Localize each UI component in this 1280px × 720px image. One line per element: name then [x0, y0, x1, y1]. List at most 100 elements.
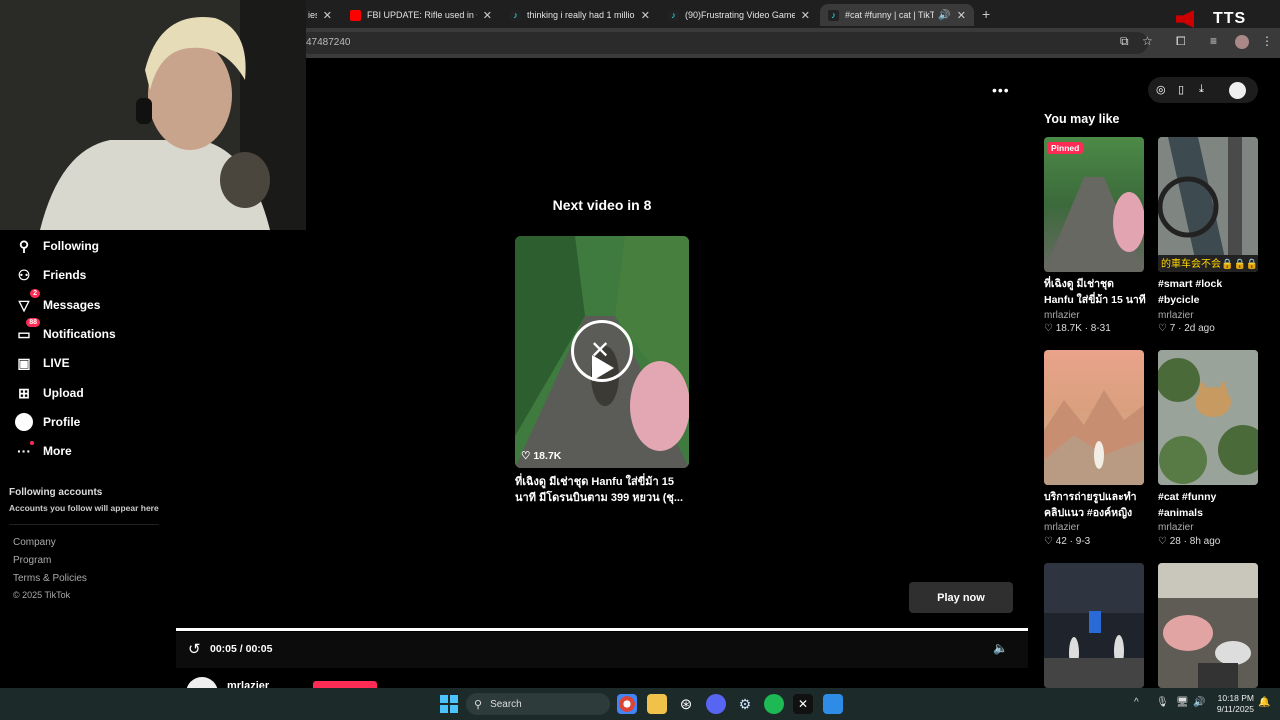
recommended-author[interactable]: mrlazier [1044, 522, 1080, 533]
browser-menu-icon[interactable]: ⋮ [1261, 34, 1273, 48]
follow-button[interactable] [313, 681, 377, 688]
heart-icon: ♡ [521, 450, 531, 462]
footer-link-terms[interactable]: Terms & Policies [13, 573, 87, 584]
windows-start-icon[interactable] [440, 695, 458, 713]
heart-icon: ♡ [1044, 536, 1053, 547]
next-video-title[interactable]: ที่เฉิงดู มีเช่าชุด Hanfu ใส่ขี่ม้า 15 น… [515, 474, 683, 506]
browser-tab[interactable]: ies ✕ [300, 4, 340, 26]
cat-in-tree-image [1158, 350, 1258, 485]
recommended-title[interactable]: #bycicle [1158, 292, 1262, 308]
notification-center-icon[interactable]: 🔔 [1258, 697, 1270, 708]
app-icon[interactable]: ⊛ [676, 694, 696, 714]
recommended-author[interactable]: mrlazier [1158, 310, 1194, 321]
streamer-webcam-image [0, 0, 306, 230]
copyright: © 2025 TikTok [13, 590, 71, 600]
browser-tab[interactable]: ♪ thinking i really had 1 million re ✕ [502, 4, 658, 26]
recommended-thumbnail[interactable] [1158, 563, 1258, 688]
recommended-thumbnail[interactable] [1044, 350, 1144, 485]
browser-tab-active[interactable]: ♪ #cat #funny | cat | TikTok 🔊 ✕ [820, 4, 974, 26]
replay-icon[interactable]: ↺ [188, 640, 201, 658]
recommended-author[interactable]: mrlazier [1044, 310, 1080, 321]
recommended-title[interactable]: #animals [1158, 505, 1262, 521]
url-text: 47487240 [306, 37, 351, 48]
play-icon[interactable] [592, 355, 614, 381]
volume-tray-icon[interactable]: 🔊 [1193, 697, 1205, 708]
microphone-icon[interactable]: 🎙 [1156, 697, 1169, 708]
taskbar-search-box[interactable]: ⚲ Search [466, 693, 610, 715]
street-night-image [1044, 563, 1144, 688]
recommended-title[interactable]: #cat #funny [1158, 489, 1262, 505]
recommended-thumbnail[interactable] [1158, 350, 1258, 485]
discord-icon[interactable] [706, 694, 726, 714]
footer-link-company[interactable]: Company [13, 537, 56, 548]
profile-avatar-icon[interactable] [1235, 35, 1249, 49]
divider [9, 524, 159, 525]
sidebar-item-upload[interactable]: ⊞ Upload [14, 382, 84, 404]
sidebar-item-notifications[interactable]: ▭ 88 Notifications [14, 318, 116, 345]
messages-badge: 2 [30, 289, 40, 298]
cast-icon[interactable]: ⧉ [1120, 34, 1129, 49]
volume-icon[interactable]: 🔈 [993, 641, 1008, 655]
speed-icon[interactable]: ◎ [1156, 83, 1166, 96]
following-accounts-title: Following accounts [9, 487, 103, 498]
notifications-icon: ▭ 88 [14, 318, 40, 344]
browser-tab[interactable]: FBI UPDATE: Rifle used in Charli ✕ [342, 4, 500, 26]
player-controls [176, 632, 1028, 668]
bicycle-lock-image: 的車车会不会🔒🔒🔒 [1158, 137, 1258, 272]
more-options-icon[interactable]: ••• [992, 82, 1010, 98]
tiktok-favicon-icon: ♪ [668, 9, 679, 21]
phone-icon[interactable]: ▯ [1178, 83, 1184, 96]
account-avatar[interactable] [1229, 82, 1246, 99]
recommended-thumbnail[interactable] [1044, 563, 1144, 688]
file-explorer-icon[interactable] [647, 694, 667, 714]
bookmark-star-icon[interactable]: ☆ [1142, 34, 1153, 48]
sidebar-item-more[interactable]: ··· More [14, 440, 72, 462]
recommended-thumbnail[interactable]: 的車车会不会🔒🔒🔒 [1158, 137, 1258, 272]
address-bar[interactable]: 47487240 [298, 32, 1148, 54]
recommended-stats: ♡ 42 · 9-3 [1044, 536, 1091, 547]
close-tab-icon[interactable]: ✕ [483, 9, 492, 22]
audio-playing-icon[interactable]: 🔊 [938, 10, 950, 21]
sidebar-item-profile[interactable]: Profile [14, 411, 80, 433]
footer-link-program[interactable]: Program [13, 555, 51, 566]
recommended-stats: ♡ 18.7K · 8-31 [1044, 323, 1111, 334]
author-name[interactable]: mrlazier [227, 680, 269, 688]
recommended-title[interactable]: #smart #lock [1158, 276, 1262, 292]
app-icon[interactable] [823, 694, 843, 714]
spotify-icon[interactable] [764, 694, 784, 714]
network-icon[interactable]: 🖥 [1176, 697, 1189, 708]
playback-time: 00:05 / 00:05 [210, 643, 273, 655]
recommended-title[interactable]: ที่เฉิงดู มีเช่าชุด Hanfu ใส่ขี่ม้า 15 น… [1044, 276, 1146, 308]
system-clock[interactable]: 10:18 PM 9/11/2025 [1208, 693, 1254, 715]
sidebar-item-following[interactable]: ⚲ Following [14, 235, 99, 257]
sidebar-item-messages[interactable]: ▽ 2 Messages [14, 289, 100, 316]
sidebar-item-live[interactable]: ▣ LIVE [14, 352, 69, 374]
download-icon[interactable]: ⤓ [1199, 83, 1204, 96]
tray-overflow-icon[interactable]: ^ [1134, 697, 1139, 708]
sidebar-item-friends[interactable]: ⚇ Friends [14, 264, 87, 286]
play-now-button[interactable]: Play now [909, 582, 1013, 613]
recommended-thumbnail[interactable] [1044, 137, 1144, 272]
close-tab-icon[interactable]: ✕ [801, 9, 810, 22]
recommended-stats: ♡ 28 · 8h ago [1158, 536, 1221, 547]
browser-tab[interactable]: ♪ (90)Frustrating Video Game Bos ✕ [660, 4, 818, 26]
windows-taskbar [0, 688, 1280, 720]
close-tab-icon[interactable]: ✕ [323, 9, 332, 22]
chrome-icon[interactable] [617, 694, 637, 714]
heart-icon: ♡ [1158, 323, 1167, 334]
notifications-badge: 88 [26, 318, 40, 327]
following-icon: ⚲ [18, 237, 30, 254]
steam-icon[interactable]: ⚙ [735, 694, 755, 714]
video-progress-bar[interactable] [176, 628, 1028, 631]
recommended-title[interactable]: บริการถ่ายรูปและทำคลิปแนว #องค์หญิง #เทพ… [1044, 489, 1146, 521]
profile-icon [14, 412, 34, 432]
recommended-author[interactable]: mrlazier [1158, 522, 1194, 533]
extensions-icon[interactable]: ⧠ [1176, 34, 1186, 49]
forest-path-image [1044, 177, 1144, 272]
more-icon: ··· [14, 441, 34, 461]
close-tab-icon[interactable]: ✕ [641, 9, 650, 22]
media-control-icon[interactable]: ≡ [1210, 34, 1217, 48]
app-icon[interactable]: ✕ [793, 694, 813, 714]
close-tab-icon[interactable]: ✕ [957, 9, 966, 22]
new-tab-button[interactable]: + [982, 6, 990, 22]
